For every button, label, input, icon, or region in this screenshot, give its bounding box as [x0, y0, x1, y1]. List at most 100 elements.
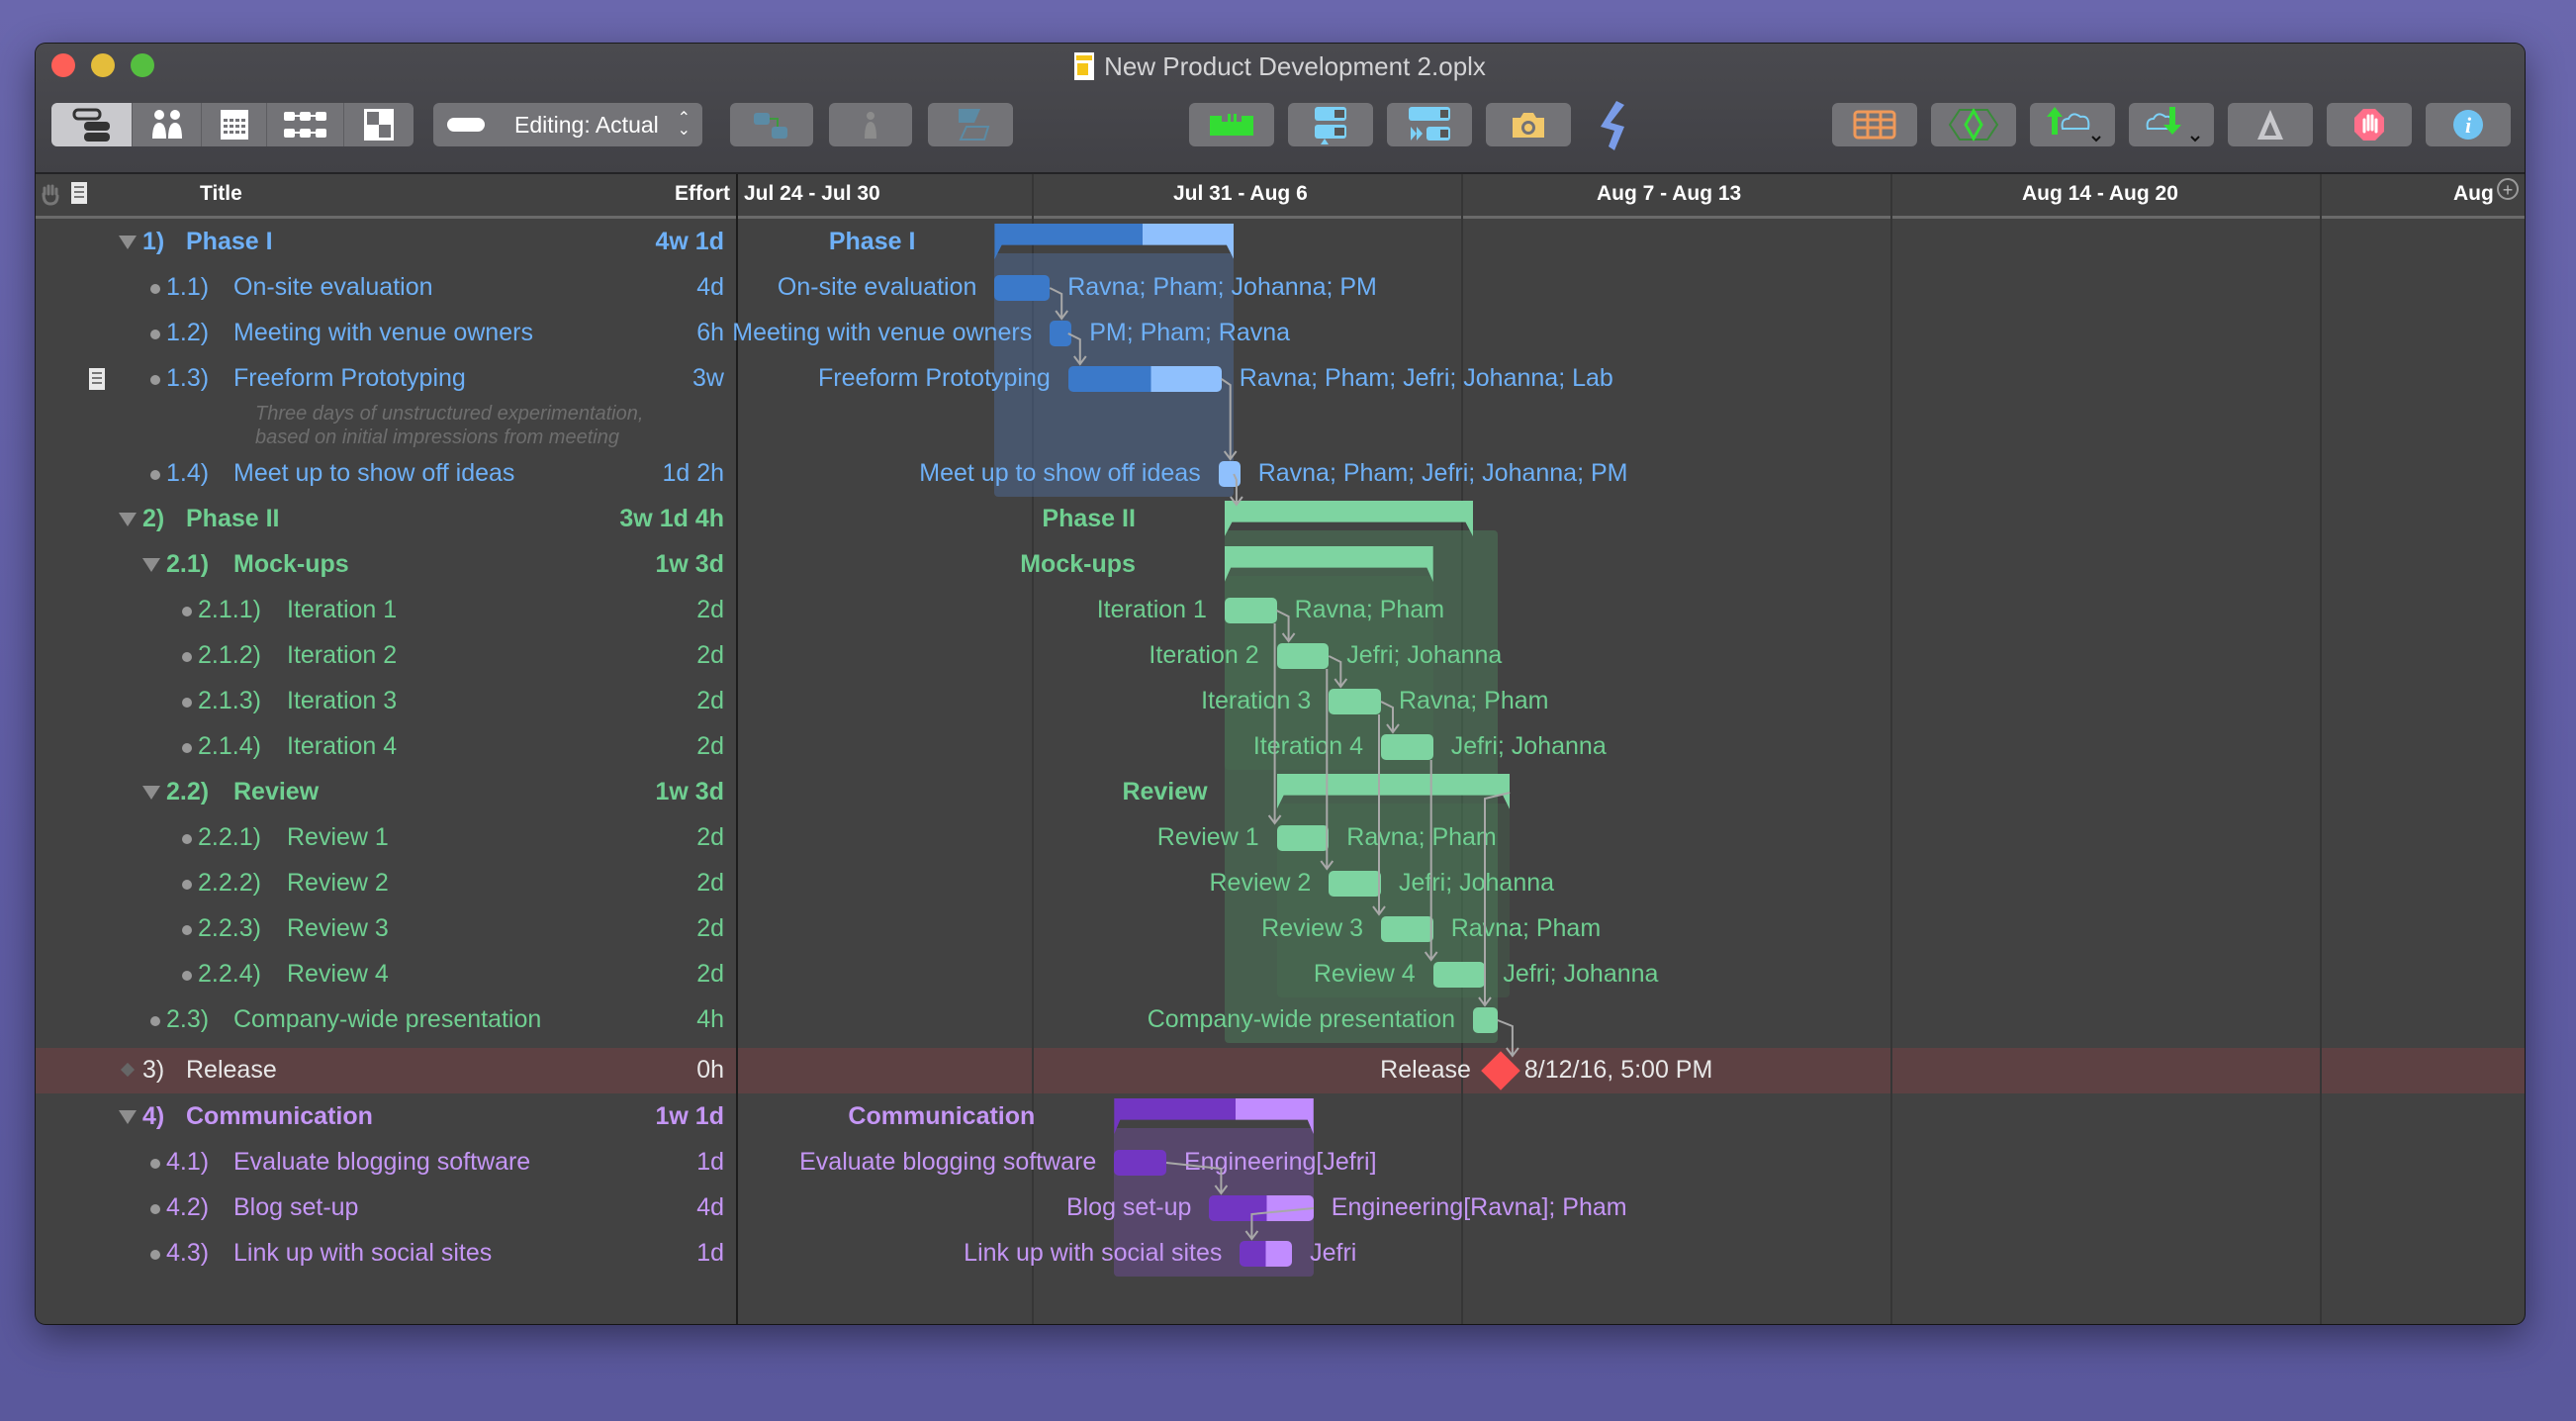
- gantt-task-label[interactable]: Review 3: [1261, 914, 1363, 943]
- gantt-task-label[interactable]: Review 1: [1157, 823, 1259, 852]
- task-title[interactable]: Meeting with venue owners: [233, 319, 533, 347]
- outline-row[interactable]: 1.2) Meeting with venue owners 6h: [36, 311, 736, 356]
- editing-mode-popup[interactable]: Editing: Actual ⌃ ⌄: [433, 103, 702, 146]
- disclosure-triangle-icon[interactable]: [142, 558, 160, 572]
- task-bar[interactable]: [1209, 1195, 1314, 1221]
- task-title[interactable]: Review: [233, 778, 319, 806]
- zoom-in-icon[interactable]: +: [2497, 178, 2519, 200]
- outline-row[interactable]: 1.1) On-site evaluation 4d: [36, 265, 736, 311]
- disclosure-triangle-icon[interactable]: [119, 513, 137, 526]
- outline-row[interactable]: 1) Phase I 4w 1d: [36, 220, 736, 265]
- gantt-task-label[interactable]: Blog set-up: [1066, 1193, 1191, 1222]
- task-bar[interactable]: [1276, 643, 1330, 669]
- gantt-task-label[interactable]: Iteration 1: [1097, 596, 1207, 624]
- disclosure-triangle-icon[interactable]: [119, 236, 137, 249]
- task-effort[interactable]: 1d: [696, 1148, 724, 1177]
- outline-row[interactable]: 2.1.4) Iteration 4 2d: [36, 724, 736, 770]
- outline-row[interactable]: 1.4) Meet up to show off ideas 1d 2h: [36, 451, 736, 497]
- gantt-task-label[interactable]: Iteration 3: [1201, 687, 1311, 715]
- assign-resource-button[interactable]: [829, 103, 912, 146]
- task-effort[interactable]: 6h: [696, 319, 724, 347]
- gantt-task-label[interactable]: Company-wide presentation: [1148, 1005, 1455, 1034]
- task-title[interactable]: Link up with social sites: [233, 1239, 492, 1268]
- task-title[interactable]: Communication: [186, 1102, 373, 1131]
- task-title[interactable]: Review 3: [287, 914, 389, 943]
- gantt-task-label[interactable]: Communication: [848, 1102, 1035, 1131]
- network-view-button[interactable]: [267, 103, 344, 146]
- baseline-button[interactable]: [1288, 103, 1373, 146]
- task-effort[interactable]: 3w 1d 4h: [619, 505, 724, 533]
- task-title[interactable]: Iteration 1: [287, 596, 397, 624]
- critical-path-button[interactable]: [1931, 103, 2016, 146]
- gantt-task-label[interactable]: Release: [1380, 1056, 1471, 1085]
- calendar-view-button[interactable]: [202, 103, 267, 146]
- task-title[interactable]: Review 4: [287, 960, 389, 989]
- task-bar[interactable]: [1329, 871, 1381, 897]
- table-view-button[interactable]: [1832, 103, 1917, 146]
- task-bar[interactable]: [1224, 598, 1277, 623]
- task-effort[interactable]: 2d: [696, 869, 724, 898]
- gantt-task-label[interactable]: Review: [1122, 778, 1207, 806]
- publish-button[interactable]: [2030, 103, 2115, 146]
- effort-column-header[interactable]: Effort: [675, 182, 730, 206]
- outline-row[interactable]: 2.1.3) Iteration 3 2d: [36, 679, 736, 724]
- note-icon[interactable]: [89, 368, 105, 390]
- task-bar[interactable]: [1240, 1241, 1293, 1267]
- task-title[interactable]: On-site evaluation: [233, 273, 433, 302]
- task-title[interactable]: Review 1: [287, 823, 389, 852]
- outline-row[interactable]: 4.1) Evaluate blogging software 1d: [36, 1140, 736, 1185]
- split-task-button[interactable]: [928, 103, 1013, 146]
- gantt-task-label[interactable]: Phase I: [829, 228, 916, 256]
- task-bar[interactable]: [1329, 689, 1381, 714]
- outline-row[interactable]: 2.2) Review 1w 3d: [36, 770, 736, 815]
- task-effort[interactable]: 2d: [696, 960, 724, 989]
- task-title[interactable]: Phase II: [186, 505, 280, 533]
- outline-row[interactable]: 3) Release 0h: [36, 1048, 736, 1093]
- resource-view-button[interactable]: [133, 103, 202, 146]
- task-effort[interactable]: 4d: [696, 273, 724, 302]
- task-title[interactable]: Freeform Prototyping: [233, 364, 466, 393]
- task-bar[interactable]: [1276, 825, 1330, 851]
- outline-row[interactable]: 1.3) Freeform Prototyping 3w: [36, 356, 736, 402]
- gantt-task-label[interactable]: Evaluate blogging software: [799, 1148, 1096, 1177]
- task-title[interactable]: Evaluate blogging software: [233, 1148, 530, 1177]
- task-title[interactable]: Iteration 2: [287, 641, 397, 670]
- disclosure-triangle-icon[interactable]: [119, 1110, 137, 1124]
- task-effort[interactable]: 1w 3d: [656, 550, 724, 579]
- task-effort[interactable]: 4d: [696, 1193, 724, 1222]
- task-effort[interactable]: 4h: [696, 1005, 724, 1034]
- task-title[interactable]: Company-wide presentation: [233, 1005, 541, 1034]
- inspector-button[interactable]: i: [2426, 103, 2511, 146]
- catch-up-button[interactable]: [1387, 103, 1472, 146]
- task-effort[interactable]: 2d: [696, 823, 724, 852]
- styles-view-button[interactable]: [344, 103, 414, 146]
- outline-row[interactable]: 2) Phase II 3w 1d 4h: [36, 497, 736, 542]
- violations-button[interactable]: [2228, 103, 2313, 146]
- stop-button[interactable]: [2327, 103, 2412, 146]
- disclosure-triangle-icon[interactable]: [142, 786, 160, 800]
- task-bar[interactable]: [1473, 1007, 1498, 1033]
- title-column-header[interactable]: Title: [200, 182, 242, 206]
- task-bar[interactable]: [994, 275, 1051, 301]
- outline-row[interactable]: 2.1.2) Iteration 2 2d: [36, 633, 736, 679]
- gantt-task-label[interactable]: Review 4: [1314, 960, 1416, 989]
- outline-row[interactable]: 2.2.3) Review 3 2d: [36, 906, 736, 952]
- gantt-view-button[interactable]: [51, 103, 133, 146]
- task-effort[interactable]: 4w 1d: [656, 228, 724, 256]
- outline-row[interactable]: 2.3) Company-wide presentation 4h: [36, 997, 736, 1043]
- outline-row[interactable]: 4.3) Link up with social sites 1d: [36, 1231, 736, 1277]
- task-bar[interactable]: [1381, 916, 1433, 942]
- task-effort[interactable]: 1d: [696, 1239, 724, 1268]
- task-title[interactable]: Review 2: [287, 869, 389, 898]
- task-bar[interactable]: [1114, 1150, 1166, 1176]
- task-effort[interactable]: 2d: [696, 914, 724, 943]
- gantt-task-label[interactable]: Link up with social sites: [964, 1239, 1222, 1268]
- gantt-task-label[interactable]: Phase II: [1042, 505, 1136, 533]
- gantt-task-label[interactable]: Mock-ups: [1020, 550, 1136, 579]
- task-effort[interactable]: 1d 2h: [662, 459, 724, 488]
- gantt-task-label[interactable]: Iteration 2: [1149, 641, 1258, 670]
- level-resources-button[interactable]: [1189, 103, 1274, 146]
- task-title[interactable]: Iteration 4: [287, 732, 397, 761]
- task-effort[interactable]: 2d: [696, 641, 724, 670]
- task-effort[interactable]: 2d: [696, 596, 724, 624]
